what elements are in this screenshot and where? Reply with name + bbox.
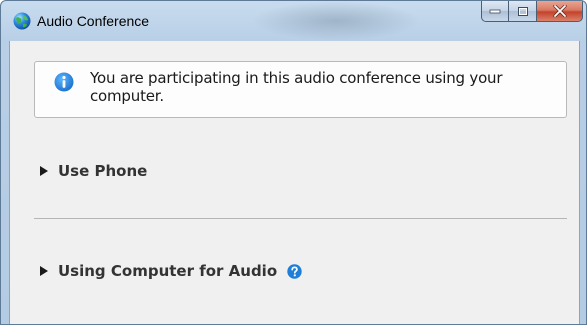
close-icon [552, 5, 567, 17]
expand-triangle-icon [40, 266, 48, 276]
using-computer-audio-label: Using Computer for Audio [58, 262, 278, 280]
use-phone-label: Use Phone [58, 162, 148, 180]
minimize-button[interactable] [481, 1, 509, 22]
using-computer-audio-section-toggle[interactable]: Using Computer for Audio [40, 262, 302, 280]
help-icon[interactable] [287, 263, 302, 279]
titlebar[interactable]: Audio Conference [1, 1, 586, 41]
minimize-icon [489, 9, 501, 14]
caption-buttons [481, 1, 583, 23]
info-message: You are participating in this audio conf… [90, 69, 503, 105]
info-notice: You are participating in this audio conf… [34, 61, 567, 118]
close-button[interactable] [537, 1, 583, 22]
info-icon [54, 72, 74, 92]
window-title: Audio Conference [37, 13, 150, 29]
use-phone-section-toggle[interactable]: Use Phone [40, 162, 147, 180]
maximize-icon [517, 6, 528, 16]
section-divider [34, 218, 567, 219]
maximize-button[interactable] [509, 1, 537, 22]
globe-app-icon [13, 12, 31, 30]
expand-triangle-icon [40, 166, 48, 176]
dialog-content: You are participating in this audio conf… [9, 41, 580, 324]
audio-conference-window: Audio Conference You are participating i… [0, 0, 587, 325]
